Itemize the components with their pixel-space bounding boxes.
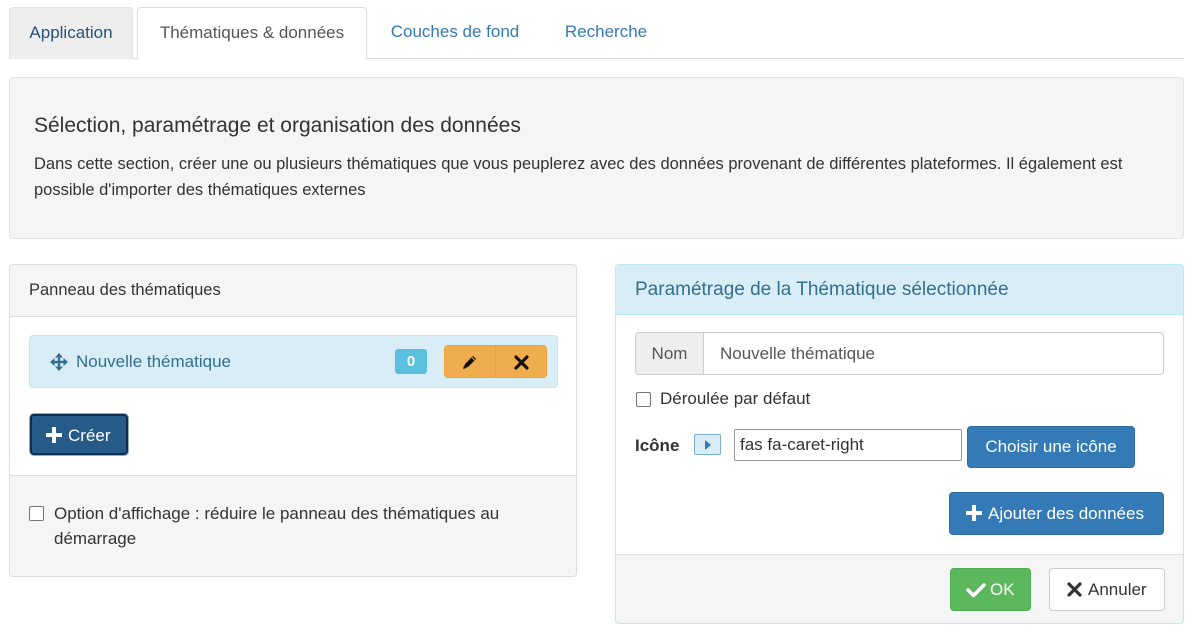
tab-couches-de-fond[interactable]: Couches de fond — [371, 7, 539, 59]
pencil-icon — [463, 356, 476, 369]
move-icon[interactable] — [49, 352, 69, 372]
expanded-default-label[interactable]: Déroulée par défaut — [660, 389, 810, 409]
add-data-label: Ajouter des données — [988, 504, 1144, 523]
add-data-button[interactable]: Ajouter des données — [949, 492, 1164, 535]
theme-name-input[interactable] — [703, 332, 1164, 375]
theme-settings-header: Paramétrage de la Thématique sélectionné… — [616, 265, 1183, 315]
create-theme-button[interactable]: Créer — [30, 414, 128, 455]
collapse-panel-label[interactable]: Option d'affichage : réduire le panneau … — [54, 501, 554, 551]
intro-box: Sélection, paramétrage et organisation d… — [9, 77, 1184, 239]
create-theme-label: Créer — [68, 426, 111, 445]
cancel-button[interactable]: Annuler — [1049, 568, 1165, 611]
icon-class-input[interactable] — [734, 429, 962, 461]
themes-panel-title: Panneau des thématiques — [29, 281, 221, 299]
edit-theme-button[interactable] — [444, 345, 496, 378]
tab-application[interactable]: Application — [9, 7, 133, 59]
caret-right-icon — [694, 434, 721, 455]
theme-settings-panel: Paramétrage de la Thématique sélectionné… — [615, 264, 1184, 624]
tab-recherche[interactable]: Recherche — [543, 7, 669, 59]
close-icon — [514, 355, 529, 370]
tab-thematiques-donnees[interactable]: Thématiques & données — [137, 7, 367, 60]
themes-panel: Panneau des thématiques Nouvelle thémati… — [9, 264, 577, 577]
theme-list-item[interactable]: Nouvelle thématique 0 — [29, 335, 558, 388]
choose-icon-button[interactable]: Choisir une icône — [967, 426, 1135, 468]
themes-panel-header: Panneau des thématiques — [10, 265, 576, 317]
check-icon — [966, 583, 986, 598]
expanded-default-checkbox[interactable] — [636, 392, 651, 407]
ok-button[interactable]: OK — [950, 568, 1031, 611]
cancel-label: Annuler — [1088, 580, 1147, 599]
tab-bar: Application Thématiques & données Couche… — [9, 7, 1184, 60]
theme-settings-title: Paramétrage de la Thématique sélectionné… — [635, 279, 1009, 300]
ok-label: OK — [990, 580, 1015, 599]
icon-label: Icône — [635, 436, 680, 455]
section-description: Dans cette section, créer une ou plusieu… — [34, 155, 1123, 199]
section-title: Sélection, paramétrage et organisation d… — [34, 114, 521, 137]
data-count-badge: 0 — [395, 349, 427, 374]
themes-panel-footer: Option d'affichage : réduire le panneau … — [10, 475, 576, 576]
plus-icon — [966, 505, 982, 521]
theme-label[interactable]: Nouvelle thématique — [76, 352, 231, 372]
theme-settings-footer: OK Annuler — [616, 554, 1183, 623]
delete-theme-button[interactable] — [495, 345, 547, 378]
name-addon: Nom — [635, 332, 704, 375]
close-icon — [1067, 582, 1082, 597]
plus-icon — [46, 427, 62, 443]
collapse-panel-checkbox[interactable] — [29, 506, 44, 521]
